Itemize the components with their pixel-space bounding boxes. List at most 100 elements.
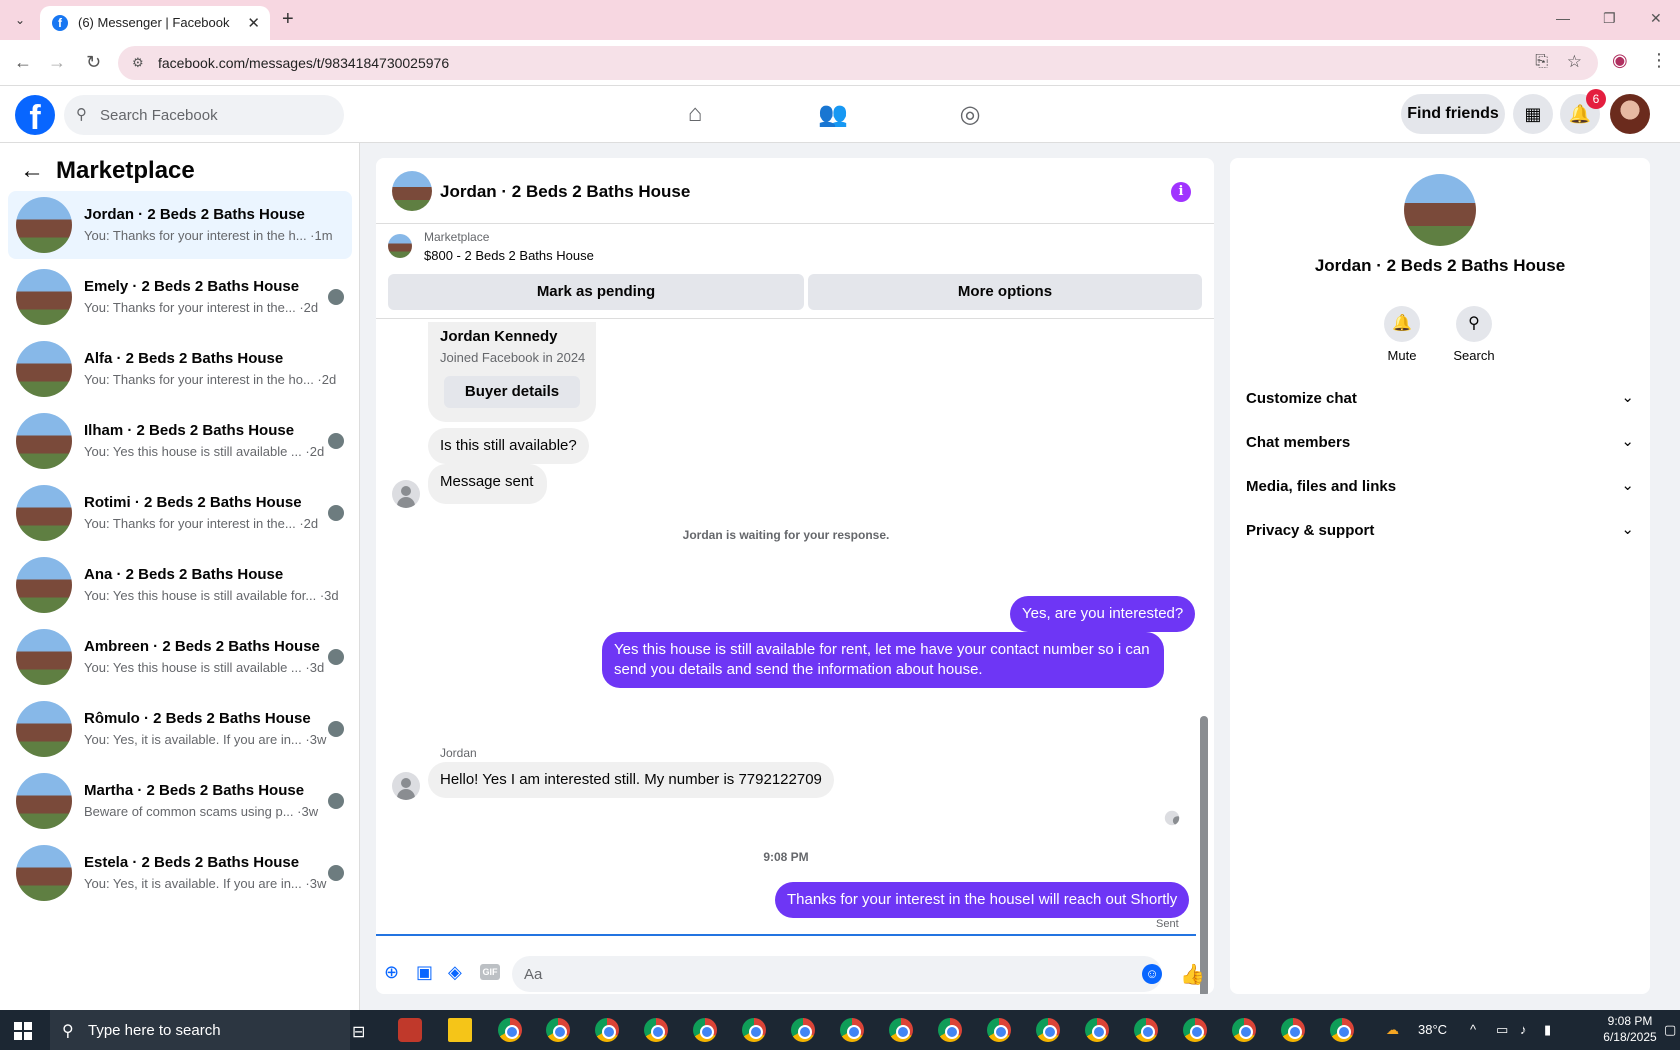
- chrome-icon[interactable]: [1232, 1018, 1256, 1042]
- mute-action[interactable]: 🔔 Mute: [1372, 306, 1432, 363]
- forward-icon[interactable]: →: [48, 52, 66, 73]
- chrome-icon[interactable]: [840, 1018, 864, 1042]
- search-action[interactable]: ⚲ Search: [1444, 306, 1504, 363]
- groups-icon[interactable]: ◎: [955, 100, 985, 130]
- chrome-icon[interactable]: [987, 1018, 1011, 1042]
- friends-icon[interactable]: 👥: [818, 100, 848, 130]
- buyer-details-button[interactable]: Buyer details: [444, 376, 580, 408]
- more-options-button[interactable]: More options: [808, 274, 1202, 310]
- mark-as-pending-button[interactable]: Mark as pending: [388, 274, 804, 310]
- chat-scrollbar[interactable]: [1200, 322, 1208, 994]
- install-app-icon[interactable]: ⎘: [1535, 53, 1548, 71]
- bell-icon[interactable]: 🔔: [1384, 306, 1420, 342]
- restore-icon[interactable]: ❐: [1603, 10, 1616, 27]
- search-facebook-field[interactable]: ⚲ Search Facebook: [64, 95, 344, 135]
- find-friends-button[interactable]: Find friends: [1401, 94, 1505, 134]
- facebook-logo-icon[interactable]: f: [15, 95, 55, 137]
- sender-avatar: [392, 772, 420, 800]
- section-media-files-links[interactable]: Media, files and links ⌄: [1246, 468, 1634, 508]
- conversation-item[interactable]: Rômulo · 2 Beds 2 Baths House You: Yes, …: [8, 695, 352, 763]
- like-thumbs-up-icon[interactable]: 👍: [1180, 962, 1205, 987]
- chrome-icon[interactable]: [889, 1018, 913, 1042]
- attach-photo-icon[interactable]: ▣: [416, 962, 433, 983]
- gif-icon[interactable]: GIF: [480, 964, 500, 980]
- section-chat-members[interactable]: Chat members ⌄: [1246, 424, 1634, 464]
- chrome-icon[interactable]: [546, 1018, 570, 1042]
- browser-menu-icon[interactable]: ⋮: [1650, 50, 1668, 71]
- weather-temperature[interactable]: 38°C: [1418, 1022, 1447, 1037]
- volume-icon[interactable]: ♪: [1520, 1022, 1527, 1037]
- sticky-notes-icon[interactable]: [448, 1018, 472, 1042]
- menu-grid-icon[interactable]: ▦: [1513, 94, 1553, 134]
- url-field[interactable]: ⚙ facebook.com/messages/t/98341847300259…: [118, 46, 1598, 80]
- chrome-icon[interactable]: [938, 1018, 962, 1042]
- weather-icon[interactable]: ☁: [1386, 1022, 1399, 1038]
- account-avatar[interactable]: [1610, 94, 1650, 134]
- conversation-preview: You: Yes, it is available. If you are in…: [84, 732, 327, 747]
- details-listing-avatar: [1404, 174, 1476, 246]
- conversation-item[interactable]: Rotimi · 2 Beds 2 Baths House You: Thank…: [8, 479, 352, 547]
- conversation-name: Ambreen · 2 Beds 2 Baths House: [84, 638, 320, 655]
- message-input[interactable]: [512, 956, 1162, 992]
- tray-chevron-up-icon[interactable]: ^: [1470, 1022, 1476, 1037]
- conversation-info-icon[interactable]: i: [1171, 182, 1191, 202]
- section-privacy-support[interactable]: Privacy & support ⌄: [1246, 512, 1634, 552]
- chat-header: Jordan · 2 Beds 2 Baths House i: [376, 158, 1214, 224]
- buyer-joined: Joined Facebook in 2024: [440, 350, 586, 365]
- chat-listing-avatar[interactable]: [392, 171, 432, 211]
- tab-close-icon[interactable]: ✕: [247, 14, 260, 32]
- app-icon[interactable]: [398, 1018, 422, 1042]
- chrome-icon[interactable]: [1085, 1018, 1109, 1042]
- conversation-preview: You: Thanks for your interest in the h..…: [84, 228, 333, 243]
- home-icon[interactable]: ⌂: [680, 100, 710, 130]
- battery-icon[interactable]: ▮: [1544, 1022, 1551, 1038]
- chrome-icon[interactable]: [791, 1018, 815, 1042]
- conversation-name: Jordan · 2 Beds 2 Baths House: [84, 206, 305, 223]
- sticker-icon[interactable]: ◈: [448, 962, 462, 983]
- chevron-down-icon: ⌄: [1621, 521, 1634, 538]
- browser-tab-messenger[interactable]: f (6) Messenger | Facebook ✕: [40, 6, 270, 40]
- taskbar-clock[interactable]: 9:08 PM 6/18/2025: [1600, 1013, 1660, 1045]
- more-actions-plus-icon[interactable]: ⊕: [384, 962, 399, 983]
- back-arrow-icon[interactable]: ←: [20, 157, 44, 185]
- window-close-icon[interactable]: ✕: [1650, 10, 1662, 27]
- chrome-icon[interactable]: [1183, 1018, 1207, 1042]
- conversation-item[interactable]: Estela · 2 Beds 2 Baths House You: Yes, …: [8, 839, 352, 907]
- chrome-icon[interactable]: [1036, 1018, 1060, 1042]
- search-icon: ⚲: [62, 1023, 74, 1040]
- new-tab-icon[interactable]: +: [282, 8, 294, 31]
- conversation-item[interactable]: Ana · 2 Beds 2 Baths House You: Yes this…: [8, 551, 352, 619]
- chrome-icon[interactable]: [693, 1018, 717, 1042]
- reload-icon[interactable]: ↻: [86, 52, 101, 73]
- taskbar-search[interactable]: ⚲ Type here to search: [50, 1010, 350, 1050]
- conversation-item[interactable]: Ambreen · 2 Beds 2 Baths House You: Yes …: [8, 623, 352, 691]
- conversation-item[interactable]: Ilham · 2 Beds 2 Baths House You: Yes th…: [8, 407, 352, 475]
- conversation-item[interactable]: Alfa · 2 Beds 2 Baths House You: Thanks …: [8, 335, 352, 403]
- chat-title[interactable]: Jordan · 2 Beds 2 Baths House: [440, 182, 690, 202]
- section-customize-chat[interactable]: Customize chat ⌄: [1246, 380, 1634, 420]
- conversation-item[interactable]: Emely · 2 Beds 2 Baths House You: Thanks…: [8, 263, 352, 331]
- profile-icon[interactable]: ◉: [1612, 50, 1628, 71]
- chrome-icon[interactable]: [1281, 1018, 1305, 1042]
- chrome-icon[interactable]: [644, 1018, 668, 1042]
- task-view-icon[interactable]: ⊟: [352, 1022, 365, 1042]
- chrome-icon[interactable]: [742, 1018, 766, 1042]
- chrome-icon[interactable]: [498, 1018, 522, 1042]
- tab-list-dropdown-icon[interactable]: ⌄: [10, 10, 30, 30]
- site-info-icon[interactable]: ⚙: [132, 55, 144, 71]
- minimize-icon[interactable]: —: [1556, 10, 1570, 26]
- back-icon[interactable]: ←: [14, 52, 32, 73]
- chrome-icon[interactable]: [1134, 1018, 1158, 1042]
- network-icon[interactable]: ▭: [1496, 1022, 1508, 1038]
- conversation-item[interactable]: Jordan · 2 Beds 2 Baths House You: Thank…: [8, 191, 352, 259]
- chrome-icon[interactable]: [595, 1018, 619, 1042]
- emoji-icon[interactable]: ☺: [1142, 964, 1162, 984]
- windows-start-icon[interactable]: [14, 1022, 32, 1040]
- conversation-item[interactable]: Martha · 2 Beds 2 Baths House Beware of …: [8, 767, 352, 835]
- notification-center-icon[interactable]: ▢: [1664, 1022, 1676, 1038]
- chrome-icon[interactable]: [1330, 1018, 1354, 1042]
- bookmark-star-icon[interactable]: ☆: [1567, 52, 1582, 72]
- conversation-preview: You: Yes this house is still available .…: [84, 444, 325, 459]
- search-placeholder: Search Facebook: [100, 107, 218, 124]
- search-icon[interactable]: ⚲: [1456, 306, 1492, 342]
